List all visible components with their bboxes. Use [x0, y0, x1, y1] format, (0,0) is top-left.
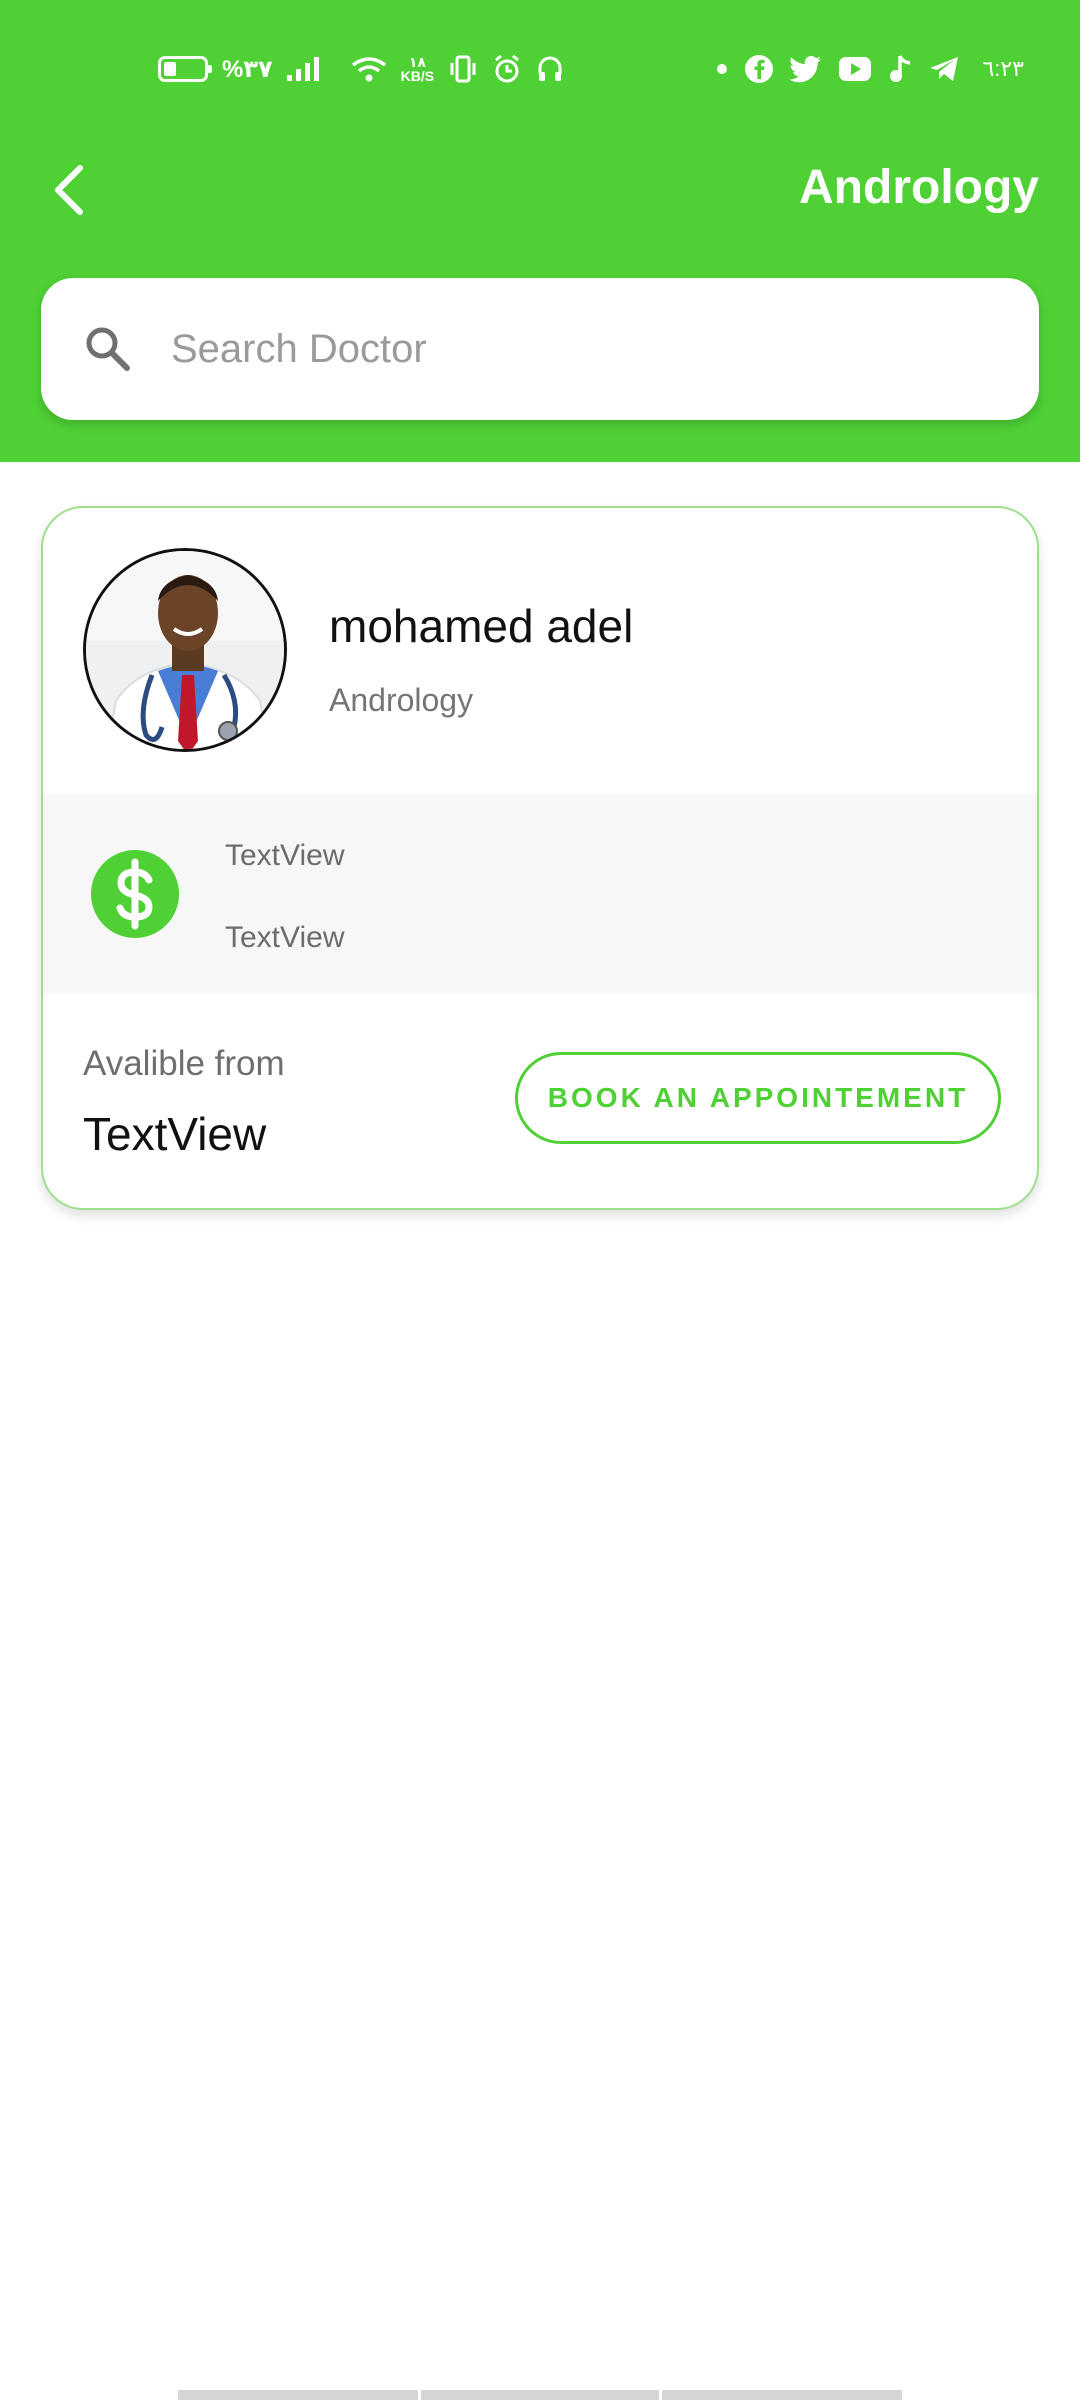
back-button[interactable]: [30, 150, 110, 230]
available-from-label: Avalible from: [83, 1044, 285, 1083]
twitter-icon: [790, 55, 822, 83]
headset-icon: [536, 54, 564, 84]
signal-icon: [286, 57, 319, 81]
wifi-icon: [351, 55, 387, 83]
battery-icon: [158, 56, 212, 82]
app-header: %٣٧ ١٨ KB/S ٦:٢٣ Andrology Search Doctor: [0, 0, 1080, 462]
available-from-value: TextView: [83, 1108, 267, 1160]
status-bar-right: ٦:٢٣: [716, 52, 1024, 86]
page-title: Andrology: [799, 161, 1039, 214]
status-time: ٦:٢٣: [982, 56, 1024, 81]
search-input[interactable]: [171, 314, 991, 384]
chevron-left-icon: [55, 165, 83, 215]
battery-percent: %٣٧: [222, 55, 273, 83]
network-speed-value: ١٨: [408, 54, 426, 70]
music-icon: [888, 54, 912, 84]
vibrate-icon: [448, 55, 478, 83]
search-icon: [86, 327, 130, 371]
nav-hint-segment: [178, 2390, 418, 2400]
youtube-icon: [838, 56, 872, 82]
doctor-card[interactable]: mohamed adel Andrology TextView TextView…: [41, 506, 1039, 1210]
nav-hint-segment: [662, 2390, 902, 2400]
status-bar-left: %٣٧ ١٨ KB/S: [158, 52, 564, 86]
doctor-avatar-image: [86, 551, 284, 749]
doctor-avatar: [83, 548, 287, 752]
alarm-icon: [492, 54, 522, 84]
search-bar[interactable]: [41, 278, 1039, 420]
doctor-specialty: Andrology: [329, 682, 474, 718]
nav-hint-segment: [421, 2390, 659, 2400]
price-text-primary: TextView: [225, 839, 345, 872]
network-speed-unit: KB/S: [400, 68, 435, 84]
facebook-icon: [744, 54, 774, 84]
telegram-icon: [928, 55, 960, 83]
status-bar: %٣٧ ١٨ KB/S ٦:٢٣: [0, 0, 1080, 130]
price-section: TextView TextView: [43, 794, 1037, 994]
dollar-icon: [91, 850, 179, 938]
doctor-name: mohamed adel: [329, 600, 634, 652]
network-speed: ١٨ KB/S: [401, 55, 434, 83]
dot-icon: [716, 63, 728, 75]
book-appointment-button[interactable]: BOOK AN APPOINTEMENT: [515, 1052, 1001, 1144]
price-text-secondary: TextView: [225, 921, 345, 954]
